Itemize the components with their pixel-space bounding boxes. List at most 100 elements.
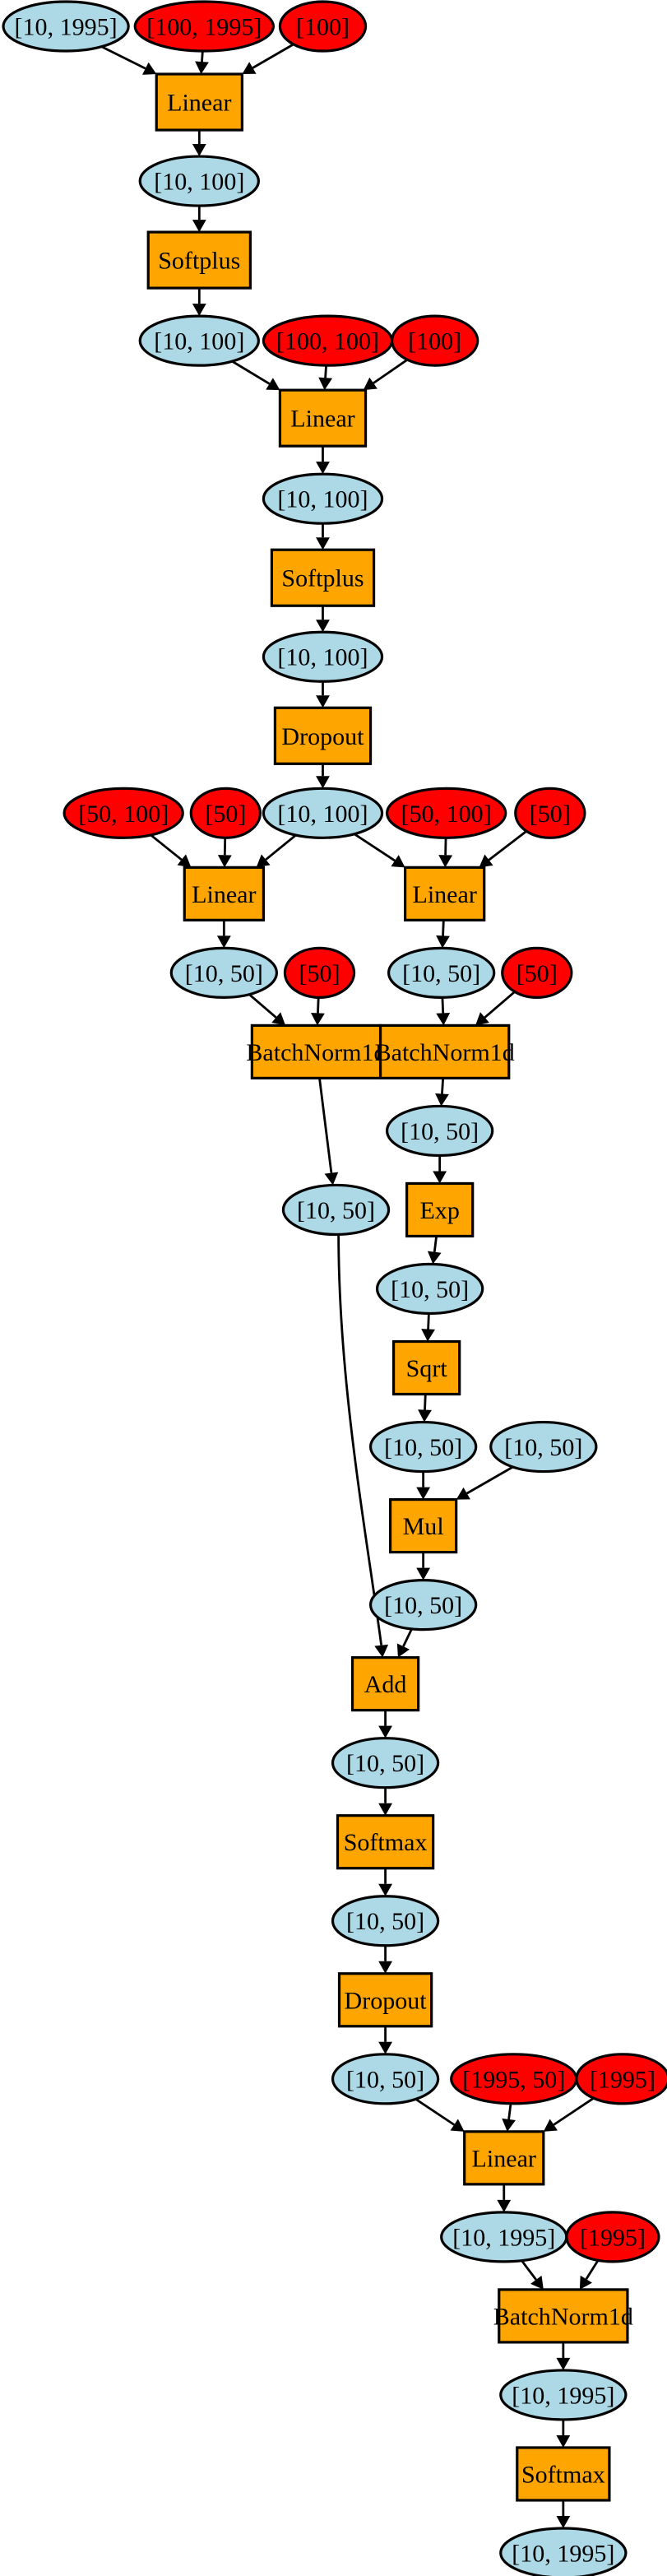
node-box-shape[interactable] bbox=[388, 1497, 458, 1554]
node-ellipse-shape[interactable] bbox=[385, 787, 507, 839]
node-ellipse-shape[interactable] bbox=[489, 1420, 598, 1474]
graph-tensor-node[interactable]: [10, 50] bbox=[281, 1183, 391, 1237]
graph-tensor-node[interactable]: [10, 50] bbox=[331, 1737, 440, 1789]
node-ellipse-shape[interactable] bbox=[331, 1737, 440, 1789]
graph-tensor-node[interactable]: [10, 100] bbox=[138, 314, 260, 367]
node-ellipse-shape[interactable] bbox=[390, 314, 479, 367]
node-box-shape[interactable] bbox=[516, 2446, 611, 2502]
node-ellipse-shape[interactable] bbox=[138, 314, 260, 367]
graph-op-node[interactable]: Linear bbox=[463, 2130, 545, 2186]
graph-tensor-node[interactable]: [10, 1995] bbox=[499, 2369, 628, 2421]
graph-op-node[interactable]: Exp bbox=[405, 1181, 475, 1238]
graph-tensor-node[interactable]: [10, 50] bbox=[368, 1420, 478, 1474]
node-box-shape[interactable] bbox=[337, 1972, 433, 2028]
node-ellipse-shape[interactable] bbox=[63, 787, 184, 839]
graph-tensor-node[interactable]: [1995] bbox=[575, 2053, 667, 2105]
graph-tensor-node[interactable]: [10, 50] bbox=[368, 1579, 478, 1631]
graph-op-node[interactable]: Softplus bbox=[146, 230, 252, 290]
graph-tensor-node[interactable]: [10, 100] bbox=[138, 155, 260, 207]
node-ellipse-shape[interactable] bbox=[385, 1104, 494, 1158]
node-ellipse-shape[interactable] bbox=[387, 946, 496, 999]
graph-tensor-node[interactable]: [50] bbox=[514, 787, 586, 839]
node-ellipse-shape[interactable] bbox=[278, 0, 368, 53]
node-ellipse-shape[interactable] bbox=[262, 630, 384, 683]
graph-tensor-node[interactable]: [10, 100] bbox=[262, 630, 384, 683]
graph-tensor-node[interactable]: [10, 50] bbox=[387, 946, 496, 999]
graph-op-node[interactable]: Linear bbox=[183, 866, 265, 921]
graph-tensor-node[interactable]: [50, 100] bbox=[385, 787, 507, 839]
node-box-shape[interactable] bbox=[273, 706, 373, 765]
graph-op-node[interactable]: Linear bbox=[278, 388, 368, 448]
node-box-shape[interactable] bbox=[350, 1656, 420, 1712]
graph-tensor-node[interactable]: [50] bbox=[501, 946, 573, 999]
node-ellipse-shape[interactable] bbox=[331, 1895, 440, 1947]
graph-op-node[interactable]: Linear bbox=[404, 866, 486, 921]
node-box-shape[interactable] bbox=[378, 1023, 511, 1080]
node-ellipse-shape[interactable] bbox=[368, 1579, 478, 1631]
node-ellipse-shape[interactable] bbox=[565, 2211, 660, 2263]
node-box-shape[interactable] bbox=[336, 1814, 435, 1870]
node-ellipse-shape[interactable] bbox=[262, 472, 384, 525]
graph-op-node[interactable]: Sqrt bbox=[391, 1339, 461, 1396]
node-ellipse-shape[interactable] bbox=[450, 2053, 578, 2105]
node-box-shape[interactable] bbox=[278, 388, 368, 448]
node-box-shape[interactable] bbox=[250, 1023, 382, 1080]
graph-tensor-node[interactable]: [10, 1995] bbox=[499, 2527, 628, 2576]
graph-op-node[interactable]: Dropout bbox=[337, 1972, 433, 2028]
graph-tensor-node[interactable]: [10, 100] bbox=[262, 472, 384, 525]
node-box-shape[interactable] bbox=[183, 866, 265, 921]
graph-tensor-node[interactable]: [1995] bbox=[565, 2211, 660, 2263]
node-ellipse-shape[interactable] bbox=[440, 2211, 568, 2263]
graph-tensor-node[interactable]: [100, 100] bbox=[262, 314, 394, 367]
graph-tensor-node[interactable]: [100] bbox=[390, 314, 479, 367]
graph-op-node[interactable]: Mul bbox=[388, 1497, 458, 1554]
node-ellipse-shape[interactable] bbox=[575, 2053, 667, 2105]
node-ellipse-shape[interactable] bbox=[281, 1183, 391, 1237]
node-ellipse-shape[interactable] bbox=[262, 314, 394, 367]
graph-tensor-node[interactable]: [100] bbox=[278, 0, 368, 53]
node-box-shape[interactable] bbox=[391, 1339, 461, 1396]
graph-tensor-node[interactable]: [10, 50] bbox=[375, 1262, 484, 1316]
graph-op-node[interactable]: BatchNorm1d bbox=[375, 1023, 515, 1080]
graph-tensor-node[interactable]: [10, 100] bbox=[262, 787, 384, 839]
graph-op-node[interactable]: Add bbox=[350, 1656, 420, 1712]
node-ellipse-shape[interactable] bbox=[501, 946, 573, 999]
node-box-shape[interactable] bbox=[404, 866, 486, 921]
node-ellipse-shape[interactable] bbox=[138, 155, 260, 207]
graph-tensor-node[interactable]: [100, 1995] bbox=[133, 0, 276, 53]
node-box-shape[interactable] bbox=[498, 2288, 629, 2344]
graph-op-node[interactable]: Softplus bbox=[270, 548, 376, 607]
graph-op-node[interactable]: BatchNorm1d bbox=[246, 1023, 387, 1080]
graph-op-node[interactable]: Linear bbox=[155, 72, 243, 132]
graph-tensor-node[interactable]: [50] bbox=[283, 946, 356, 999]
node-ellipse-shape[interactable] bbox=[331, 2053, 440, 2105]
graph-tensor-node[interactable]: [10, 50] bbox=[385, 1104, 494, 1158]
node-box-shape[interactable] bbox=[146, 230, 252, 290]
node-ellipse-shape[interactable] bbox=[189, 787, 262, 839]
node-box-shape[interactable] bbox=[463, 2130, 545, 2186]
graph-tensor-node[interactable]: [10, 50] bbox=[331, 2053, 440, 2105]
graph-tensor-node[interactable]: [10, 1995] bbox=[440, 2211, 568, 2263]
graph-op-node[interactable]: Softmax bbox=[516, 2446, 611, 2502]
graph-tensor-node[interactable]: [1995, 50] bbox=[450, 2053, 578, 2105]
graph-tensor-node[interactable]: [10, 50] bbox=[489, 1420, 598, 1474]
graph-tensor-node[interactable]: [10, 50] bbox=[331, 1895, 440, 1947]
node-box-shape[interactable] bbox=[405, 1181, 475, 1238]
graph-tensor-node[interactable]: [50, 100] bbox=[63, 787, 184, 839]
graph-op-node[interactable]: BatchNorm1d bbox=[493, 2288, 633, 2344]
graph-tensor-node[interactable]: [50] bbox=[189, 787, 262, 839]
node-ellipse-shape[interactable] bbox=[262, 787, 384, 839]
graph-op-node[interactable]: Dropout bbox=[273, 706, 373, 765]
graph-op-node[interactable]: Softmax bbox=[336, 1814, 435, 1870]
node-ellipse-shape[interactable] bbox=[2, 0, 130, 53]
node-ellipse-shape[interactable] bbox=[133, 0, 276, 53]
node-ellipse-shape[interactable] bbox=[368, 1420, 478, 1474]
node-ellipse-shape[interactable] bbox=[514, 787, 586, 839]
node-ellipse-shape[interactable] bbox=[283, 946, 356, 999]
node-box-shape[interactable] bbox=[270, 548, 376, 607]
node-ellipse-shape[interactable] bbox=[499, 2369, 628, 2421]
graph-tensor-node[interactable]: [10, 1995] bbox=[2, 0, 130, 53]
node-ellipse-shape[interactable] bbox=[499, 2527, 628, 2576]
node-box-shape[interactable] bbox=[155, 72, 243, 132]
node-ellipse-shape[interactable] bbox=[169, 946, 279, 999]
